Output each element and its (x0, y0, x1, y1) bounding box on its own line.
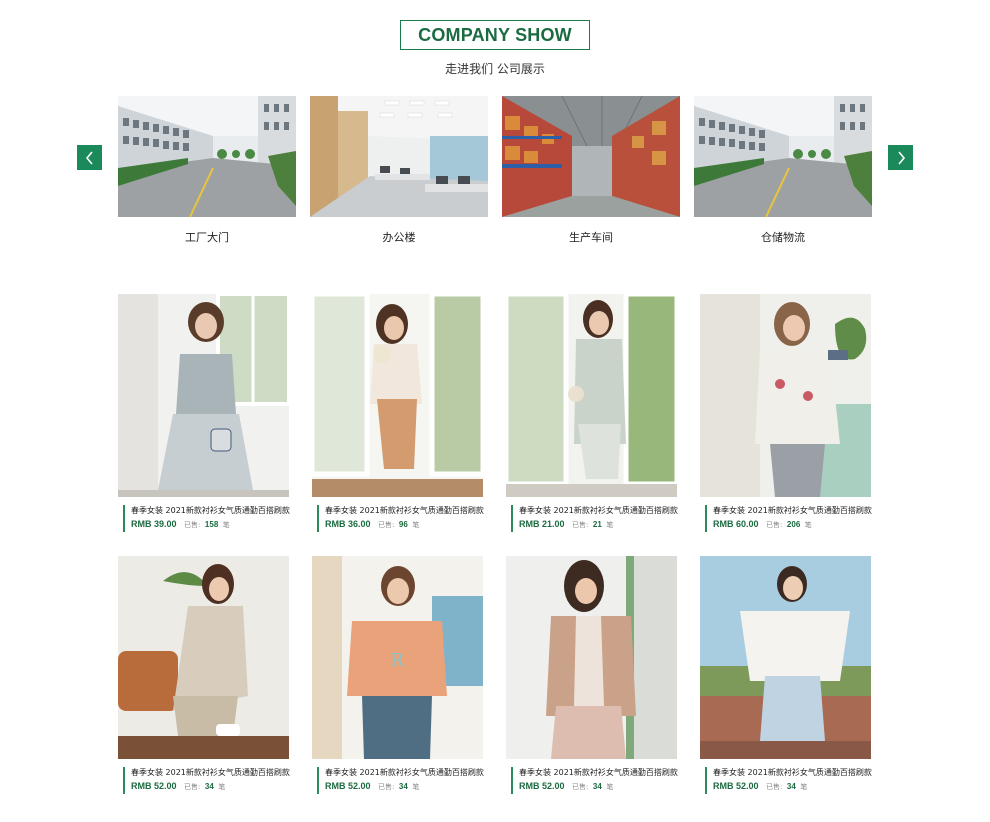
product-card[interactable]: 春季女装 2021新款衬衫女气质通勤百搭刷款 RMB 52.00 已售: 34 … (118, 556, 290, 794)
sold-count: 34 (592, 782, 602, 791)
product-title: 春季女装 2021新款衬衫女气质通勤百搭刷款 (131, 768, 290, 777)
product-title: 春季女装 2021新款衬衫女气质通勤百搭刷款 (519, 506, 678, 515)
factory-gate-photo (118, 96, 296, 217)
sold-unit: 笔 (606, 521, 614, 529)
sold-unit: 笔 (800, 783, 808, 791)
carousel-item-logistics[interactable]: 仓储物流 (694, 96, 872, 245)
sold-unit: 笔 (412, 783, 420, 791)
product-photo (700, 294, 871, 497)
sold-count: 34 (786, 782, 796, 791)
sold-label: 已售: (572, 521, 589, 529)
product-photo (506, 294, 677, 497)
warehouse-shelves-photo (502, 96, 680, 217)
office-interior-photo (310, 96, 488, 217)
sold-unit: 笔 (218, 783, 226, 791)
section-title: COMPANY SHOW (418, 24, 572, 45)
sold-count: 206 (786, 520, 801, 529)
sold-label: 已售: (572, 783, 589, 791)
product-photo: R (312, 556, 483, 759)
product-title: 春季女装 2021新款衬衫女气质通勤百搭刷款 (713, 768, 872, 777)
product-price: RMB 52.00 (325, 781, 371, 791)
product-photo (118, 294, 289, 497)
product-card[interactable]: 春季女装 2021新款衬衫女气质通勤百搭刷款 RMB 21.00 已售: 21 … (506, 294, 678, 532)
sold-label: 已售: (766, 783, 783, 791)
carousel-item-workshop[interactable]: 生产车间 (502, 96, 680, 245)
carousel-item-label: 生产车间 (569, 231, 613, 244)
product-photo (312, 294, 483, 497)
sold-label: 已售: (378, 783, 395, 791)
carousel-item-label: 工厂大门 (185, 231, 229, 244)
svg-text:R: R (390, 650, 404, 671)
product-card[interactable]: 春季女装 2021新款衬衫女气质通勤百搭刷款 RMB 52.00 已售: 34 … (506, 556, 678, 794)
product-photo (506, 556, 677, 759)
chevron-left-icon (85, 150, 93, 165)
product-title: 春季女装 2021新款衬衫女气质通勤百搭刷款 (325, 506, 484, 515)
product-price: RMB 60.00 (713, 519, 759, 529)
product-card[interactable]: 春季女装 2021新款衬衫女气质通勤百搭刷款 RMB 36.00 已售: 96 … (312, 294, 484, 532)
carousel-item-label: 办公楼 (382, 231, 416, 244)
product-photo (118, 556, 289, 759)
section-subtitle: 走进我们 公司展示 (445, 62, 545, 76)
product-price: RMB 52.00 (131, 781, 177, 791)
sold-label: 已售: (184, 783, 201, 791)
sold-count: 34 (204, 782, 214, 791)
product-price: RMB 39.00 (131, 519, 177, 529)
product-card[interactable]: 春季女装 2021新款衬衫女气质通勤百搭刷款 RMB 60.00 已售: 206… (700, 294, 872, 532)
product-photo (700, 556, 871, 759)
product-price: RMB 36.00 (325, 519, 371, 529)
product-title: 春季女装 2021新款衬衫女气质通勤百搭刷款 (519, 768, 678, 777)
product-title: 春季女装 2021新款衬衫女气质通勤百搭刷款 (713, 506, 872, 515)
product-price: RMB 52.00 (519, 781, 565, 791)
carousel-item-office[interactable]: 办公楼 (310, 96, 488, 245)
carousel-next-button[interactable] (888, 145, 913, 170)
sold-unit: 笔 (222, 521, 230, 529)
sold-label: 已售: (378, 521, 395, 529)
product-card[interactable]: 春季女装 2021新款衬衫女气质通勤百搭刷款 RMB 52.00 已售: 34 … (700, 556, 872, 794)
section-title-box: COMPANY SHOW (400, 20, 590, 50)
sold-count: 158 (204, 520, 219, 529)
sold-unit: 笔 (412, 521, 420, 529)
product-card[interactable]: 春季女装 2021新款衬衫女气质通勤百搭刷款 RMB 39.00 已售: 158… (118, 294, 290, 532)
carousel-item-label: 仓储物流 (761, 231, 805, 244)
factory-gate-photo (694, 96, 872, 217)
sold-count: 96 (398, 520, 408, 529)
sold-label: 已售: (184, 521, 201, 529)
product-price: RMB 52.00 (713, 781, 759, 791)
product-title: 春季女装 2021新款衬衫女气质通勤百搭刷款 (325, 768, 484, 777)
product-card[interactable]: R 春季女装 2021新款衬衫女气质通勤百搭刷款 RMB 52.00 已售: 3… (312, 556, 484, 794)
sold-count: 34 (398, 782, 408, 791)
product-price: RMB 21.00 (519, 519, 565, 529)
sold-label: 已售: (766, 521, 783, 529)
sold-unit: 笔 (606, 783, 614, 791)
sold-unit: 笔 (804, 521, 812, 529)
sold-count: 21 (592, 520, 602, 529)
carousel-item-factory-gate[interactable]: 工厂大门 (118, 96, 296, 245)
product-title: 春季女装 2021新款衬衫女气质通勤百搭刷款 (131, 506, 290, 515)
chevron-right-icon (897, 150, 905, 165)
carousel-prev-button[interactable] (77, 145, 102, 170)
